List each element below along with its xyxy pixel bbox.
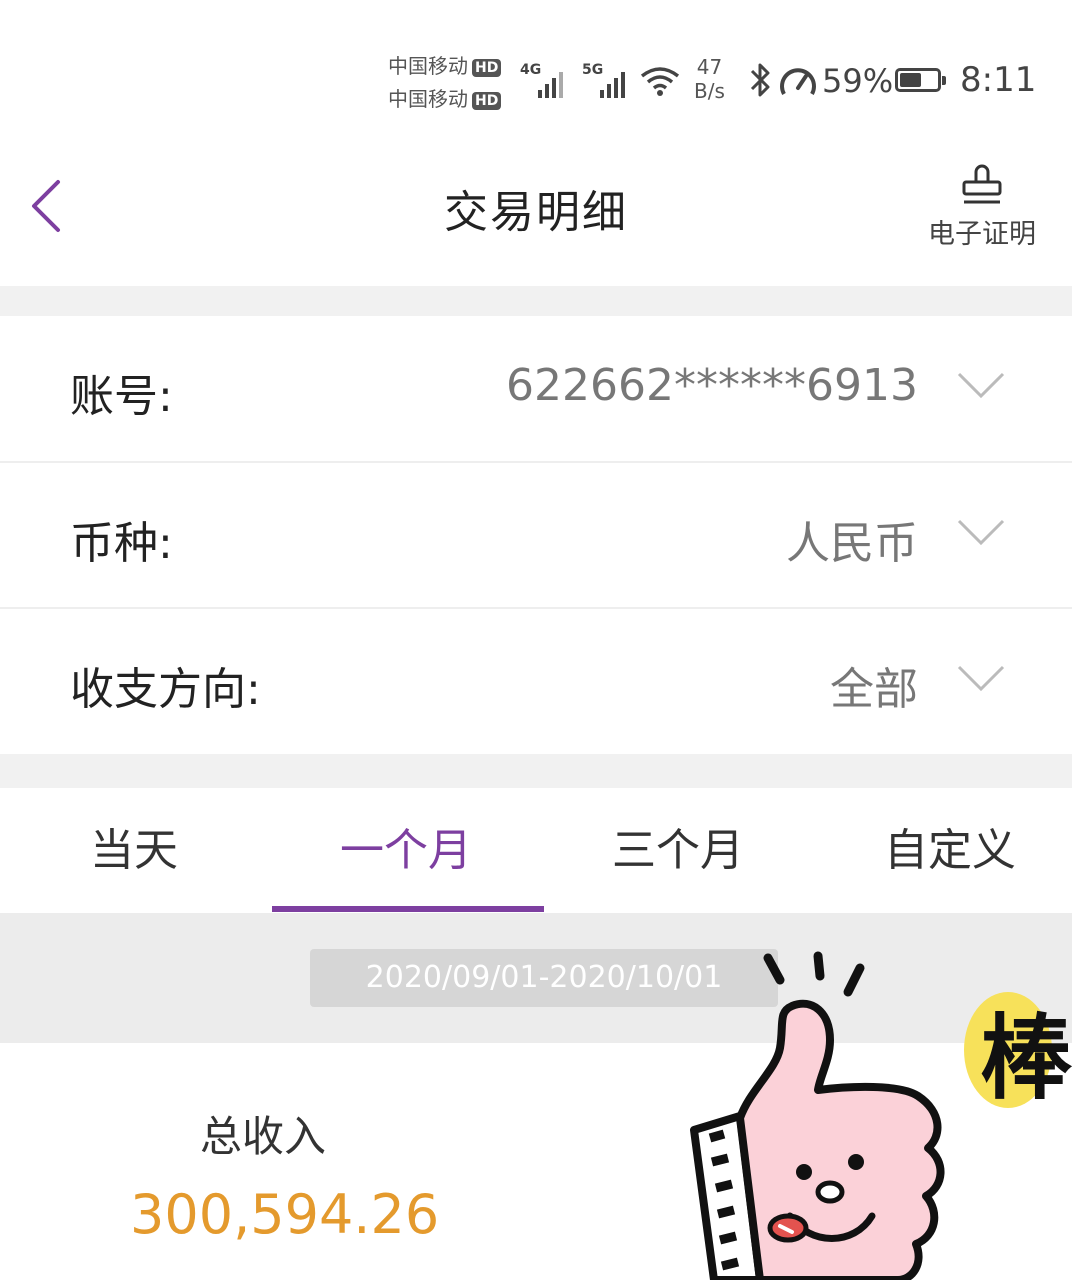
thumbs-up-sticker: 棒 (690, 951, 1072, 1280)
total-income-label: 总收入 (200, 1112, 327, 1161)
tab-custom[interactable]: 自定义 (816, 788, 1072, 913)
total-income-value: 300,594.26 (130, 1183, 440, 1246)
e-certificate-button[interactable]: 电子证明 (922, 160, 1042, 251)
header: 交易明细 电子证明 (0, 130, 1072, 286)
currency-label: 币种: (70, 518, 173, 569)
account-value: 622662******6913 (506, 360, 918, 411)
e-certificate-label: 电子证明 (928, 219, 1036, 250)
hd-badge: HD (472, 91, 502, 110)
chevron-down-icon (957, 665, 1005, 692)
section-gap (0, 754, 1072, 788)
direction-selector[interactable]: 收支方向: 全部 (0, 609, 1072, 754)
direction-label: 收支方向: (70, 664, 261, 715)
carrier-info: 中国移动 HD 中国移动 HD (388, 50, 502, 116)
period-tabs: 当天 一个月 三个月 自定义 (0, 788, 1072, 913)
tab-three-months[interactable]: 三个月 (544, 788, 812, 913)
page-title: 交易明细 (444, 187, 628, 238)
tab-one-month[interactable]: 一个月 (272, 788, 540, 913)
carrier-1: 中国移动 (388, 54, 468, 78)
status-bar: 中国移动 HD 中国移动 HD 4G 5G 47 B/s 59% 8:11 (0, 0, 1072, 130)
sticker-text: 棒 (980, 1005, 1072, 1112)
account-selector[interactable]: 账号: 622662******6913 (0, 316, 1072, 461)
hd-badge: HD (472, 58, 502, 77)
section-gap (0, 286, 1072, 316)
active-tab-indicator (272, 906, 544, 912)
chevron-down-icon (957, 519, 1005, 546)
tab-today[interactable]: 当天 (0, 788, 268, 913)
clock: 8:11 (960, 60, 1037, 100)
stamp-icon (962, 164, 1002, 204)
net-speed: 47 B/s (694, 55, 725, 103)
battery-percent: 59% (822, 62, 894, 100)
account-label: 账号: (70, 371, 173, 422)
direction-value: 全部 (830, 664, 918, 715)
wifi-icon (640, 67, 680, 96)
battery-icon (895, 68, 946, 92)
speedometer-icon (780, 68, 816, 95)
bluetooth-icon (750, 63, 770, 97)
carrier-2: 中国移动 (388, 87, 468, 111)
currency-value: 人民币 (786, 518, 918, 569)
chevron-down-icon (957, 372, 1005, 399)
currency-selector[interactable]: 币种: 人民币 (0, 463, 1072, 608)
